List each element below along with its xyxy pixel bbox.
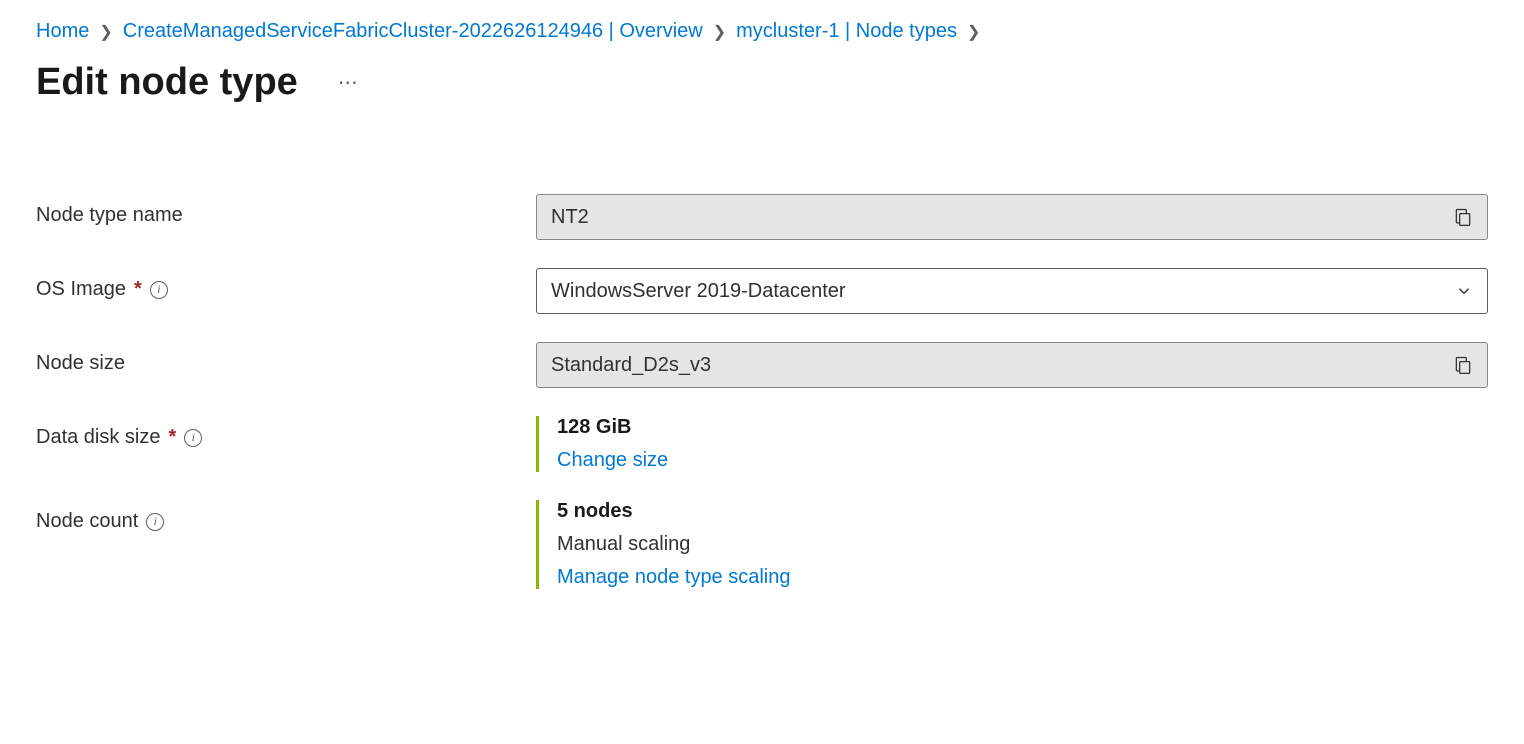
scaling-mode-value: Manual scaling — [557, 533, 1488, 556]
label-node-count: Node count i — [36, 500, 536, 533]
data-disk-size-value: 128 GiB — [557, 416, 1488, 439]
row-node-count: Node count i 5 nodes Manual scaling Mana… — [36, 500, 1488, 589]
row-node-size: Node size Standard_D2s_v3 — [36, 342, 1488, 388]
node-type-name-value: NT2 — [551, 206, 589, 229]
info-icon[interactable]: i — [184, 429, 202, 447]
breadcrumb-cluster-nodetypes[interactable]: mycluster-1 | Node types — [736, 20, 957, 43]
breadcrumb-deployment[interactable]: CreateManagedServiceFabricCluster-202262… — [123, 20, 703, 43]
label-node-type-name: Node type name — [36, 194, 536, 227]
node-type-name-field: NT2 — [536, 194, 1488, 240]
manage-scaling-link[interactable]: Manage node type scaling — [557, 566, 1488, 589]
node-count-block: 5 nodes Manual scaling Manage node type … — [536, 500, 1488, 589]
breadcrumb-home[interactable]: Home — [36, 20, 89, 43]
more-icon[interactable]: ⋯ — [338, 70, 359, 95]
label-node-size: Node size — [36, 342, 536, 375]
chevron-right-icon: ❯ — [99, 22, 112, 42]
page-title-row: Edit node type ⋯ — [36, 61, 1488, 104]
os-image-select[interactable]: WindowsServer 2019-Datacenter — [536, 268, 1488, 314]
page-title: Edit node type — [36, 61, 298, 104]
chevron-right-icon: ❯ — [967, 22, 980, 42]
data-disk-size-block: 128 GiB Change size — [536, 416, 1488, 472]
node-size-field: Standard_D2s_v3 — [536, 342, 1488, 388]
node-size-value: Standard_D2s_v3 — [551, 354, 711, 377]
os-image-value: WindowsServer 2019-Datacenter — [551, 280, 846, 303]
change-size-link[interactable]: Change size — [557, 449, 1488, 472]
info-icon[interactable]: i — [146, 513, 164, 531]
required-asterisk: * — [169, 426, 177, 449]
chevron-right-icon: ❯ — [713, 22, 726, 42]
edit-node-type-form: Node type name NT2 OS Image * i WindowsS… — [36, 194, 1488, 589]
copy-icon[interactable] — [1453, 355, 1473, 375]
row-node-type-name: Node type name NT2 — [36, 194, 1488, 240]
node-count-value: 5 nodes — [557, 500, 1488, 523]
required-asterisk: * — [134, 278, 142, 301]
label-os-image: OS Image * i — [36, 268, 536, 301]
row-os-image: OS Image * i WindowsServer 2019-Datacent… — [36, 268, 1488, 314]
row-data-disk-size: Data disk size * i 128 GiB Change size — [36, 416, 1488, 472]
copy-icon[interactable] — [1453, 207, 1473, 227]
label-data-disk-size: Data disk size * i — [36, 416, 536, 449]
breadcrumb: Home ❯ CreateManagedServiceFabricCluster… — [36, 20, 1488, 43]
chevron-down-icon — [1455, 282, 1473, 300]
info-icon[interactable]: i — [150, 281, 168, 299]
